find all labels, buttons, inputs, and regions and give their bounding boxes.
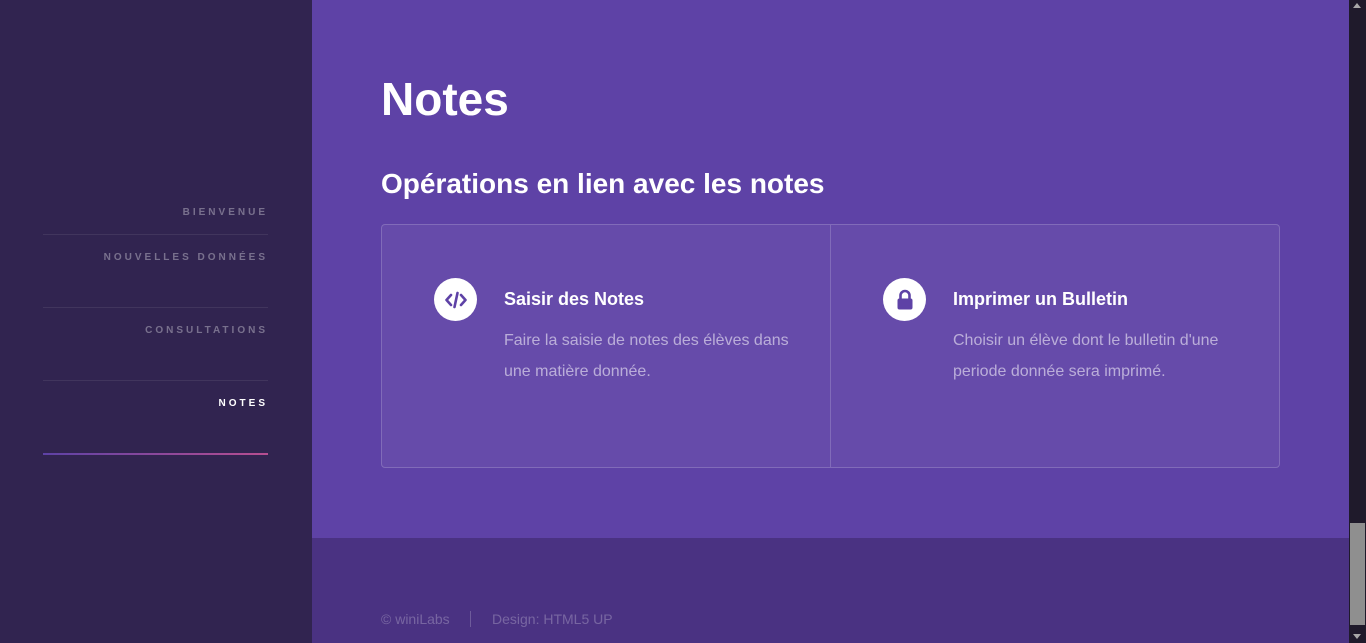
features-panel: Saisir des Notes Faire la saisie de note… (381, 224, 1280, 468)
feature-title[interactable]: Saisir des Notes (504, 289, 644, 310)
sidebar-item-bienvenue[interactable]: Bienvenue (43, 190, 268, 235)
sidebar-item-consultations[interactable]: Consultations (43, 308, 268, 381)
feature-description: Choisir un élève dont le bulletin d'une … (953, 332, 1219, 380)
page-scrollbar[interactable] (1349, 0, 1366, 643)
sidebar-item-label: Nouvelles données (103, 252, 268, 263)
section-title: Opérations en lien avec les notes (381, 168, 825, 199)
code-icon (434, 278, 477, 321)
sidebar-item-label: Bienvenue (182, 207, 268, 218)
footer-divider (470, 611, 471, 627)
footer: © winiLabs Design: HTML5 UP (312, 538, 1349, 643)
feature-title[interactable]: Imprimer un Bulletin (953, 289, 1128, 310)
sidebar-item-notes[interactable]: Notes (43, 381, 268, 455)
footer-copyright: © winiLabs (381, 611, 450, 627)
feature-saisir-notes[interactable]: Saisir des Notes Faire la saisie de note… (382, 225, 830, 467)
scrollbar-thumb[interactable] (1350, 523, 1365, 625)
page-title: Notes (381, 73, 509, 125)
feature-imprimer-bulletin[interactable]: Imprimer un Bulletin Choisir un élève do… (830, 225, 1279, 467)
sidebar-item-label: Consultations (145, 325, 268, 336)
scroll-up-arrow-icon[interactable] (1353, 3, 1361, 8)
sidebar: Bienvenue Nouvelles données Consultation… (0, 0, 312, 643)
footer-credit-link[interactable]: Design: HTML5 UP (492, 611, 613, 627)
lock-icon (883, 278, 926, 321)
sidebar-item-label: Notes (218, 398, 268, 409)
scroll-down-arrow-icon[interactable] (1353, 634, 1361, 639)
sidebar-nav: Bienvenue Nouvelles données Consultation… (43, 190, 268, 455)
sidebar-item-nouvelles-donnees[interactable]: Nouvelles données (43, 235, 268, 308)
main-content: Notes Opérations en lien avec les notes … (312, 0, 1349, 538)
feature-description: Faire la saisie de notes des élèves dans… (504, 332, 789, 380)
